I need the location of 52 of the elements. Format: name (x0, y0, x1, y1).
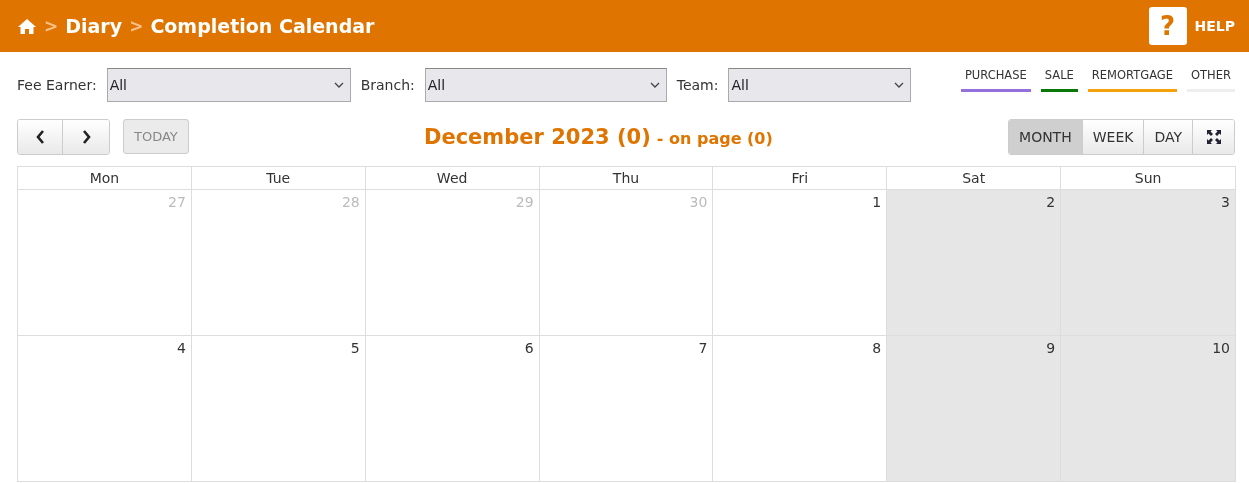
legend-item: SALE (1040, 66, 1078, 92)
day-number: 6 (524, 340, 534, 356)
breadcrumb-separator: > (129, 16, 144, 36)
view-tab[interactable]: WEEK (1082, 119, 1145, 154)
day-cell[interactable]: 10 (1061, 336, 1235, 482)
breadcrumb-separator: > (44, 16, 59, 36)
breadcrumb-item: Completion Calendar (150, 15, 375, 37)
filter-label: Branch: (360, 76, 415, 93)
day-number: 3 (1221, 194, 1230, 210)
next-button[interactable] (63, 119, 109, 154)
day-cell[interactable]: 4 (18, 336, 192, 482)
chevron-right-icon (81, 129, 91, 144)
day-cell[interactable]: 8 (713, 336, 888, 482)
legend-item: OTHER (1187, 66, 1235, 92)
day-cell[interactable]: 7 (539, 336, 714, 482)
filter-label: Fee Earner: (17, 76, 97, 93)
month-title: December 2023 (0) (424, 124, 651, 149)
day-number: 4 (176, 340, 186, 356)
day-cell[interactable]: 9 (887, 336, 1062, 482)
expand-icon (1206, 129, 1221, 144)
filter-select[interactable]: All (728, 67, 912, 102)
day-number: 5 (350, 340, 360, 356)
day-cell[interactable]: 2 (887, 190, 1062, 336)
filter-select[interactable]: All (424, 67, 667, 102)
day-number: 28 (341, 194, 360, 210)
day-cell[interactable]: 6 (365, 336, 540, 482)
view-tab[interactable]: DAY (1144, 119, 1193, 154)
day-cell[interactable]: 5 (191, 336, 366, 482)
page-count: - on page (0) (656, 128, 773, 148)
day-number: 8 (872, 340, 882, 356)
day-number: 10 (1212, 340, 1230, 356)
day-number: 27 (168, 194, 186, 210)
day-number: 29 (515, 194, 534, 210)
legend-item: PURCHASE (960, 66, 1031, 92)
chevron-down-icon (333, 81, 344, 88)
filter-select[interactable]: All (106, 67, 351, 102)
day-cell[interactable]: 3 (1061, 190, 1235, 336)
day-cell[interactable]: 1 (713, 190, 888, 336)
filter-label: Team: (676, 76, 719, 93)
home-icon[interactable] (17, 17, 37, 35)
day-number: 30 (689, 194, 708, 210)
chevron-down-icon (894, 81, 905, 88)
day-number: 1 (872, 194, 882, 210)
previous-button[interactable] (18, 119, 63, 154)
day-number: 2 (1046, 194, 1056, 210)
view-tab[interactable]: MONTH (1009, 119, 1083, 154)
chevron-down-icon (649, 81, 660, 88)
fullscreen-button[interactable] (1193, 119, 1234, 154)
day-number: 7 (698, 340, 708, 356)
day-number: 9 (1046, 340, 1056, 356)
legend-item: REMORTGAGE (1087, 66, 1177, 92)
chevron-left-icon (35, 129, 45, 144)
